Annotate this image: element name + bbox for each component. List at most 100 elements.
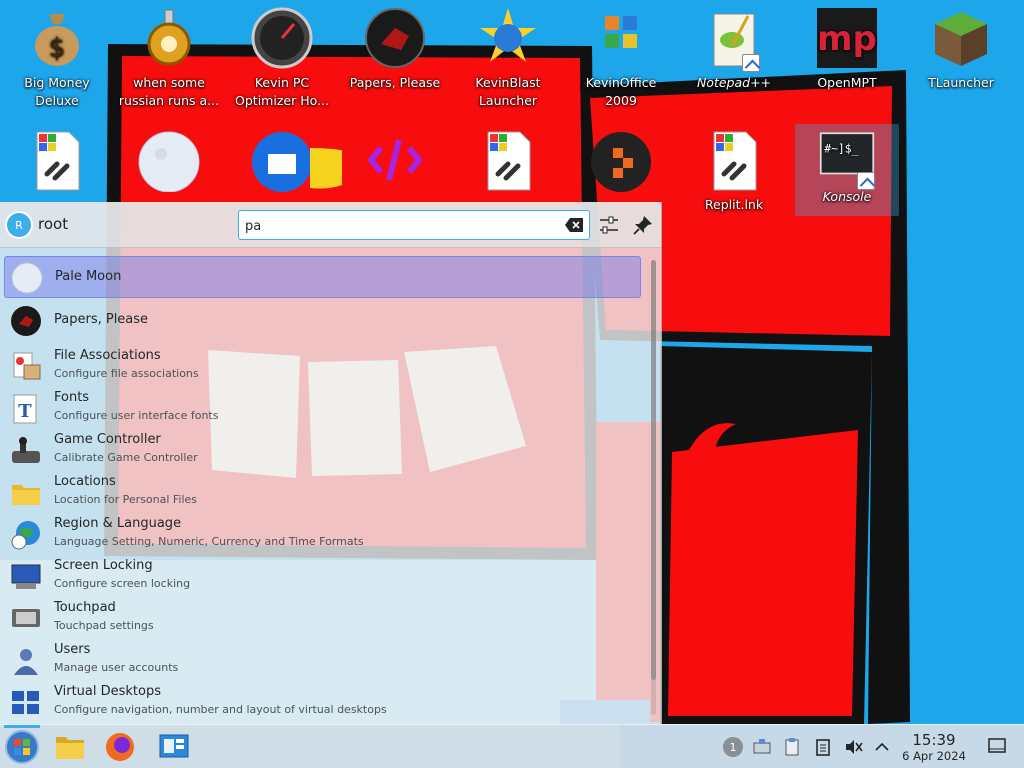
firefox-icon[interactable] <box>104 731 136 763</box>
office-logo-icon <box>605 16 637 48</box>
clock-date[interactable]: 6 Apr 2024 <box>896 749 972 763</box>
result-subtitle: Location for Personal Files <box>54 493 198 506</box>
desktop-icon-label: KevinOffice 2009 <box>585 75 657 108</box>
desktop-icon-big-money[interactable]: $ Big Money Deluxe <box>1 2 113 112</box>
desktop-icon-label: Papers, Please <box>349 75 441 90</box>
thunderbird-icon <box>252 132 342 192</box>
list-item[interactable]: Locations Location for Personal Files <box>4 472 641 514</box>
screen-lock-icon <box>11 564 41 589</box>
result-subtitle: Manage user accounts <box>54 661 179 674</box>
desktop-icon-kevinblast[interactable]: KevinBlast Launcher <box>452 2 564 112</box>
pale-moon-icon <box>11 262 43 294</box>
list-item[interactable]: Users Manage user accounts <box>4 640 641 682</box>
result-subtitle: Touchpad settings <box>54 619 154 632</box>
network-folder-icon[interactable] <box>752 737 772 757</box>
start-menu-button[interactable] <box>4 729 40 765</box>
desktop-icon-label: KevinBlast Launcher <box>475 75 541 108</box>
show-desktop-icon[interactable] <box>988 737 1006 755</box>
papers-please-icon <box>365 8 425 68</box>
chevron-up-icon[interactable] <box>872 737 892 757</box>
list-item[interactable]: Pale Moon <box>4 256 641 298</box>
desktop-icon-label: OpenMPT <box>817 75 877 90</box>
clear-search-icon[interactable] <box>565 218 583 232</box>
desktop-icon-russian-runs[interactable]: when some russian runs a... <box>113 2 225 112</box>
desktop-icon-replit-lnk[interactable]: Replit.lnk <box>678 124 790 234</box>
desktop-icon-label: TLauncher <box>928 75 994 90</box>
result-subtitle: Configure user interface fonts <box>54 409 219 422</box>
clock-time[interactable]: 15:39 <box>900 731 968 749</box>
shortcut-arrow-icon <box>742 54 760 72</box>
money-bag-icon: $ <box>35 14 79 66</box>
control-panel-icon[interactable] <box>158 731 190 763</box>
list-item[interactable]: Region & Language Language Setting, Nume… <box>4 514 641 556</box>
notification-count-badge[interactable]: 1 <box>723 737 743 757</box>
filter-settings-icon[interactable] <box>598 214 620 236</box>
desktop-icon-label: when some russian runs a... <box>118 75 220 108</box>
results-scrollbar[interactable] <box>651 260 656 715</box>
list-item[interactable]: Virtual Desktops Configure navigation, n… <box>4 682 641 724</box>
result-title: Virtual Desktops <box>54 684 161 699</box>
desktop-icon-kevin-pc-optimizer[interactable]: Kevin PC Optimizer Ho... <box>226 2 338 112</box>
volume-muted-icon[interactable] <box>843 737 863 757</box>
desktop-icon-kevinoffice[interactable]: KevinOffice 2009 <box>565 2 677 112</box>
list-item[interactable]: T Fonts Configure user interface fonts <box>4 388 641 430</box>
folder-icon[interactable] <box>54 731 86 763</box>
result-title: Locations <box>54 474 116 489</box>
result-subtitle: Configure navigation, number and layout … <box>54 703 387 716</box>
list-item[interactable]: File Associations Configure file associa… <box>4 346 641 388</box>
desktop-icon-konsole[interactable]: #~]$_ Konsole <box>795 124 899 216</box>
result-title: File Associations <box>54 348 161 363</box>
desktop-icon-label: Notepad++ <box>696 75 772 90</box>
taskbar: 1 15:39 6 Apr 2024 <box>0 724 1024 768</box>
launcher-header: R root <box>0 202 661 248</box>
papers-please-icon <box>11 306 41 336</box>
desktop-icon-label: Konsole <box>822 189 872 204</box>
result-title: Region & Language <box>54 516 182 531</box>
search-input[interactable] <box>245 216 555 236</box>
result-title: Users <box>54 642 91 657</box>
list-item[interactable]: Touchpad Touchpad settings <box>4 598 641 640</box>
avatar[interactable]: R <box>5 211 33 239</box>
application-launcher: R root Pale Moon <box>0 202 662 724</box>
grass-block-icon <box>935 12 987 66</box>
virtual-desktops-icon <box>12 691 39 714</box>
desktop-icon-openmpt[interactable]: mp OpenMPT <box>791 2 903 112</box>
result-subtitle: Configure screen locking <box>54 577 191 590</box>
desktop-icon-label: Big Money Deluxe <box>24 75 90 108</box>
desktop-icon-papers-please[interactable]: Papers, Please <box>339 2 451 112</box>
pin-icon[interactable] <box>632 214 654 236</box>
windows-link-file-icon <box>36 131 80 191</box>
openmpt-icon: mp <box>817 8 877 68</box>
list-item[interactable]: Screen Locking Configure screen locking <box>4 556 641 598</box>
pale-moon-icon <box>138 131 200 192</box>
desktop-icon-notepad-plus[interactable]: Notepad++ <box>678 2 790 112</box>
touchpad-icon <box>12 609 40 627</box>
svg-text:mp: mp <box>817 19 877 59</box>
replit-logo-icon <box>367 139 423 181</box>
list-item[interactable]: Papers, Please <box>4 300 641 342</box>
game-controller-icon <box>12 437 40 463</box>
windows-link-file-icon <box>487 131 531 191</box>
result-subtitle: Language Setting, Numeric, Currency and … <box>54 535 364 548</box>
result-subtitle: Calibrate Game Controller <box>54 451 198 464</box>
desktop-icon-tlauncher[interactable]: TLauncher <box>905 2 1017 112</box>
desktop-icon-label: Kevin PC Optimizer Ho... <box>235 75 329 108</box>
clipboard-device-icon[interactable] <box>782 737 802 757</box>
result-title: Game Controller <box>54 432 161 447</box>
speedometer-icon <box>251 7 313 69</box>
result-title: Fonts <box>54 390 90 405</box>
user-name[interactable]: root <box>38 215 68 233</box>
result-subtitle: Configure file associations <box>54 367 199 380</box>
search-field[interactable] <box>238 210 590 240</box>
gear-settings-icon <box>147 9 191 66</box>
list-item[interactable]: Game Controller Calibrate Game Controlle… <box>4 430 641 472</box>
result-title: Touchpad <box>54 600 116 615</box>
scrollbar-thumb[interactable] <box>651 260 656 680</box>
shortcut-arrow-icon <box>857 172 875 190</box>
search-results-list: Pale Moon Papers, Please File Associatio… <box>0 254 650 724</box>
file-associations-icon <box>13 352 41 380</box>
result-title: Screen Locking <box>54 558 153 573</box>
clipboard-icon[interactable] <box>813 737 833 757</box>
result-title: Papers, Please <box>54 312 149 327</box>
active-indicator <box>4 725 40 728</box>
